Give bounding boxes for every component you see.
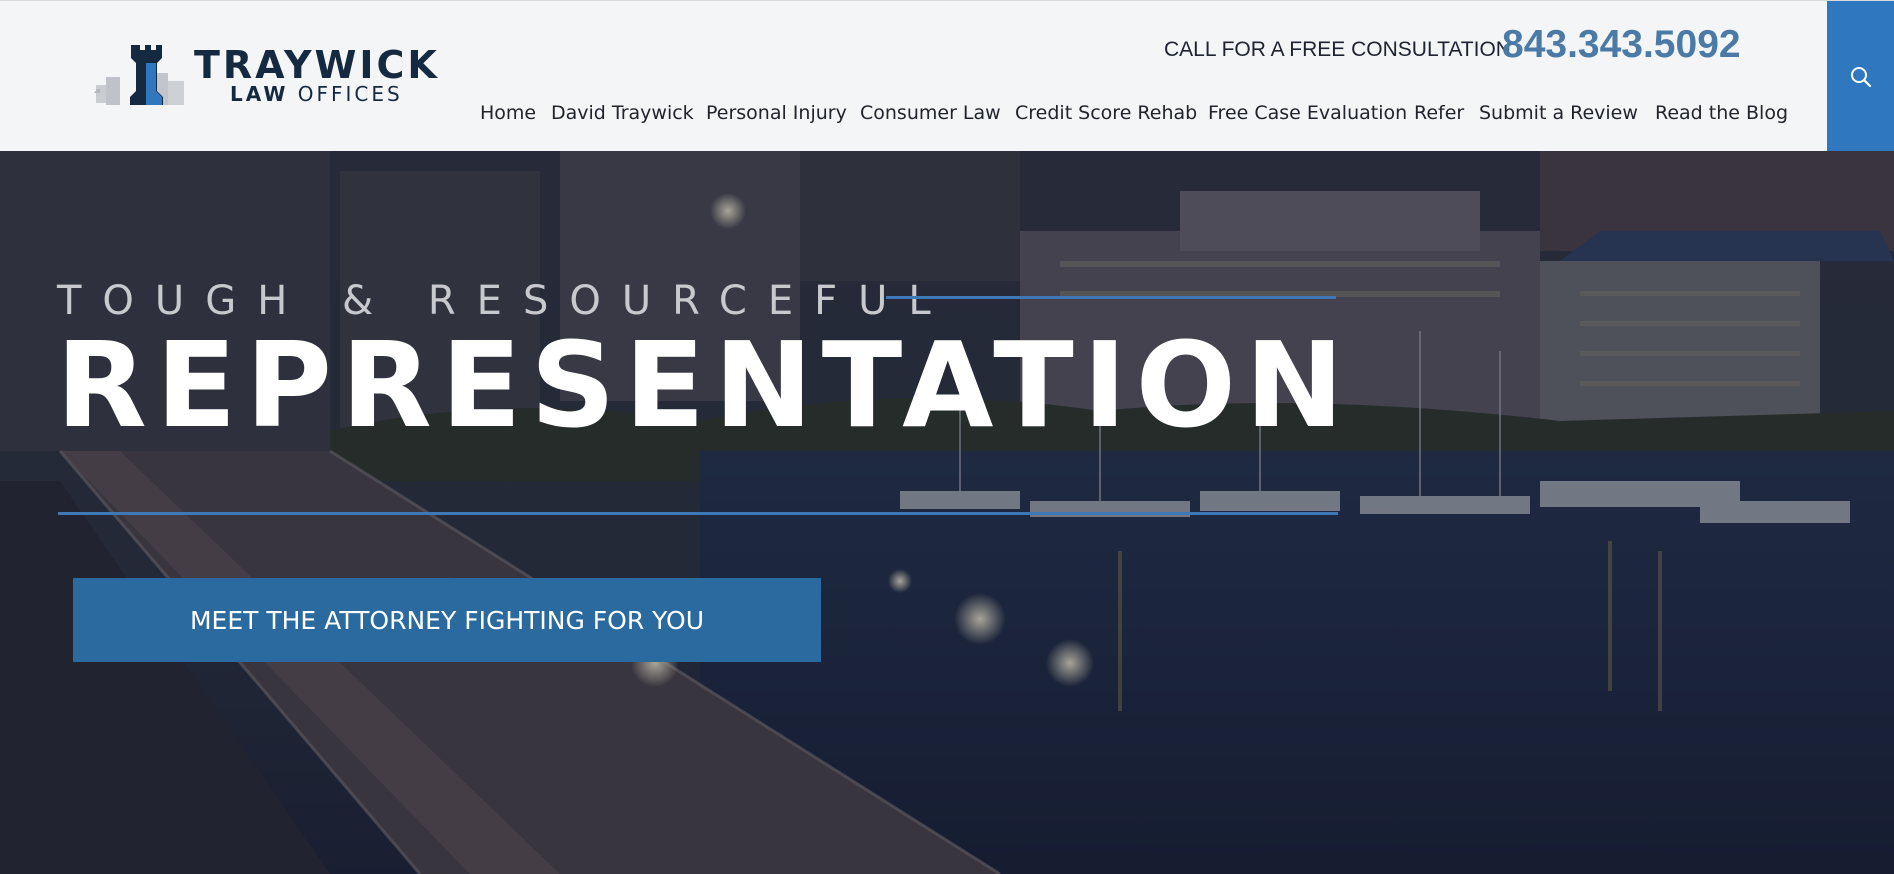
nav-free-case-evaluation[interactable]: Free Case Evaluation (1208, 102, 1407, 124)
consultation-text: CALL FOR A FREE CONSULTATION (1164, 38, 1511, 61)
nav-submit-review[interactable]: Submit a Review (1479, 102, 1638, 124)
site-header: TRAYWICK LAW OFFICES CALL FOR A FREE CON… (0, 0, 1894, 152)
nav-refer[interactable]: Refer (1414, 102, 1464, 124)
hero-headline: REPRESENTATION (56, 316, 1353, 454)
search-button[interactable] (1827, 1, 1894, 152)
nav-personal-injury[interactable]: Personal Injury (706, 102, 847, 124)
meet-attorney-button[interactable]: MEET THE ATTORNEY FIGHTING FOR YOU (73, 578, 821, 662)
headline-divider (58, 512, 1338, 515)
logo-name: TRAYWICK (194, 43, 440, 87)
nav-david-traywick[interactable]: David Traywick (551, 102, 694, 124)
hero-banner: TOUGH & RESOURCEFUL REPRESENTATION MEET … (0, 151, 1894, 874)
kicker-divider (886, 296, 1336, 299)
nav-credit-score-rehab[interactable]: Credit Score Rehab (1015, 102, 1197, 124)
phone-number-link[interactable]: 843.343.5092 (1502, 23, 1741, 67)
nav-read-blog[interactable]: Read the Blog (1655, 102, 1788, 124)
main-nav: Home David Traywick Personal Injury Cons… (0, 102, 1830, 130)
search-icon (1850, 66, 1871, 87)
nav-home[interactable]: Home (480, 102, 536, 124)
nav-consumer-law[interactable]: Consumer Law (860, 102, 1001, 124)
